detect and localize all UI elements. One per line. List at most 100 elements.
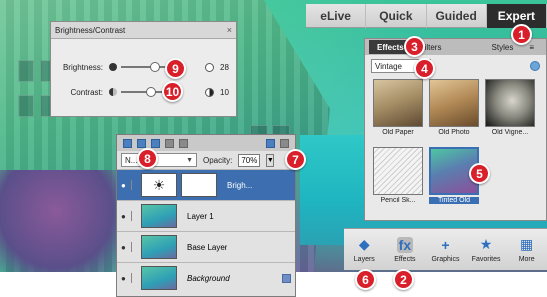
light-sun-icon <box>205 62 214 72</box>
effect-thumbnail-label: Old Vigne... <box>491 129 529 136</box>
link-icon <box>131 273 137 283</box>
effect-thumbnail[interactable]: Pencil Sk... <box>373 147 423 209</box>
opacity-input[interactable]: 70% <box>238 153 261 167</box>
panel-bin-label: Layers <box>353 255 375 263</box>
opacity-dropdown-icon[interactable]: ▼ <box>266 153 275 167</box>
adjustment-layer-icon[interactable] <box>137 138 146 148</box>
mode-tab-guided[interactable]: Guided <box>427 3 487 28</box>
mode-bar: eLive Quick Guided Expert <box>306 3 547 28</box>
layer-thumbnail <box>141 235 177 259</box>
callout-badge: 9 <box>165 58 186 79</box>
more-icon: ▦ <box>520 236 534 252</box>
callout-badge: 3 <box>404 36 425 57</box>
layer-thumbnail <box>141 204 177 228</box>
panel-bin-label: Graphics <box>431 255 460 263</box>
panel-bin-label: Effects <box>394 255 416 263</box>
panel-bin-favorites-button[interactable]: ★ Favorites <box>466 236 506 263</box>
blend-mode-value: N... <box>125 155 138 165</box>
chevron-down-icon: ▼ <box>186 156 193 164</box>
window-shape <box>18 95 34 117</box>
gear-icon[interactable] <box>530 61 540 71</box>
layer-row[interactable]: ● Background <box>117 262 295 293</box>
link-icon <box>131 242 137 252</box>
fx-icon: fx <box>396 236 413 253</box>
panel-menu-icon[interactable] <box>280 138 289 148</box>
panel-title-bar[interactable]: Brightness/Contrast × <box>51 22 236 39</box>
mode-tab-quick[interactable]: Quick <box>366 3 427 28</box>
effects-panel: Effects Filters Styles ≡ Vintage ▼ Old P… <box>364 38 547 221</box>
contrast-label: Contrast: <box>70 87 103 97</box>
visibility-eye-icon[interactable]: ● <box>121 274 131 283</box>
layer-name: Brigh... <box>227 180 253 190</box>
callout-badge: 2 <box>393 269 414 290</box>
layer-name: Base Layer <box>187 242 228 252</box>
contrast-low-icon <box>109 88 117 96</box>
lock-all-icon[interactable] <box>179 138 188 148</box>
contrast-high-icon <box>205 87 214 97</box>
link-icon <box>131 180 137 190</box>
effect-thumbnail[interactable]: Old Photo <box>429 79 479 141</box>
mode-tab-elive[interactable]: eLive <box>306 3 367 28</box>
effects-thumbnail-grid: Old Paper Old Photo Old Vigne... Pencil Sk.… <box>365 77 546 211</box>
effect-thumbnail[interactable]: Old Vigne... <box>485 79 535 141</box>
delete-layer-icon[interactable] <box>266 138 275 148</box>
callout-badge: 6 <box>355 269 376 290</box>
plus-icon: + <box>441 236 450 253</box>
lock-icon[interactable] <box>282 273 291 283</box>
effect-preview-image <box>485 79 535 127</box>
panel-bin-layers-button[interactable]: ◆ Layers <box>344 236 384 263</box>
visibility-eye-icon[interactable]: ● <box>121 181 131 190</box>
brightness-label: Brightness: <box>62 62 103 72</box>
effect-thumbnail-label: Old Photo <box>438 129 470 136</box>
visibility-eye-icon[interactable]: ● <box>121 212 131 221</box>
panel-title: Brightness/Contrast <box>55 25 126 35</box>
effects-category-value: Vintage <box>375 61 402 71</box>
visibility-eye-icon[interactable]: ● <box>121 243 131 252</box>
effect-preview-image <box>373 147 423 195</box>
layer-row[interactable]: ● Layer 1 <box>117 200 295 231</box>
contrast-value[interactable]: 10 <box>220 88 229 97</box>
effect-thumbnail-label: Tinted Old <box>429 197 479 204</box>
callout-badge: 4 <box>414 58 435 79</box>
callout-badge: 1 <box>511 24 532 45</box>
contrast-row: Contrast: 10 <box>59 85 231 99</box>
link-icon <box>131 211 137 221</box>
star-icon: ★ <box>479 236 493 252</box>
layers-icon: ◆ <box>358 236 370 252</box>
callout-badge: 10 <box>162 81 183 102</box>
dark-sun-icon <box>109 63 117 71</box>
layer-mask-icon[interactable] <box>151 138 160 148</box>
panel-bin-label: More <box>518 255 535 263</box>
layer-name: Layer 1 <box>187 211 214 221</box>
contrast-slider-knob[interactable] <box>146 87 157 97</box>
opacity-label: Opacity: <box>203 155 233 165</box>
panel-bin-bar: ◆ Layers fx Effects + Graphics ★ Favorites ▦ More <box>344 228 547 270</box>
panel-bin-graphics-button[interactable]: + Graphics <box>425 237 465 263</box>
effect-thumbnail-label: Old Paper <box>382 129 414 136</box>
brightness-contrast-panel: Brightness/Contrast × Brightness: 28 Con… <box>50 21 237 117</box>
brightness-slider-knob[interactable] <box>149 62 160 72</box>
brightness-value[interactable]: 28 <box>220 63 229 72</box>
panel-bin-more-button[interactable]: ▦ More <box>507 236 547 263</box>
layer-row[interactable]: ● ☀ Brigh... <box>117 169 295 200</box>
callout-badge: 5 <box>469 163 490 184</box>
callout-badge: 8 <box>137 148 158 169</box>
window-shape <box>18 60 34 82</box>
effect-thumbnail[interactable]: Old Paper <box>373 79 423 141</box>
new-layer-icon[interactable] <box>123 138 132 148</box>
effect-preview-image <box>373 79 423 127</box>
layer-mask-thumbnail <box>181 173 217 197</box>
layer-list: ● ☀ Brigh... ● Layer 1 ● Base Layer ● Background <box>117 169 295 293</box>
effects-filter-row: Vintage ▼ <box>365 55 546 77</box>
close-icon[interactable]: × <box>227 25 232 35</box>
layer-thumbnail <box>141 266 177 290</box>
layer-name: Background <box>187 273 230 283</box>
callout-badge: 7 <box>285 149 306 170</box>
blend-mode-select[interactable]: N... ▼ <box>121 153 197 167</box>
lock-icon[interactable] <box>165 138 174 148</box>
brightness-row: Brightness: 28 <box>59 60 231 74</box>
layer-row[interactable]: ● Base Layer <box>117 231 295 262</box>
panel-bin-effects-button[interactable]: fx Effects <box>385 236 425 263</box>
effect-preview-image <box>429 79 479 127</box>
effect-thumbnail-label: Pencil Sk... <box>380 197 416 204</box>
